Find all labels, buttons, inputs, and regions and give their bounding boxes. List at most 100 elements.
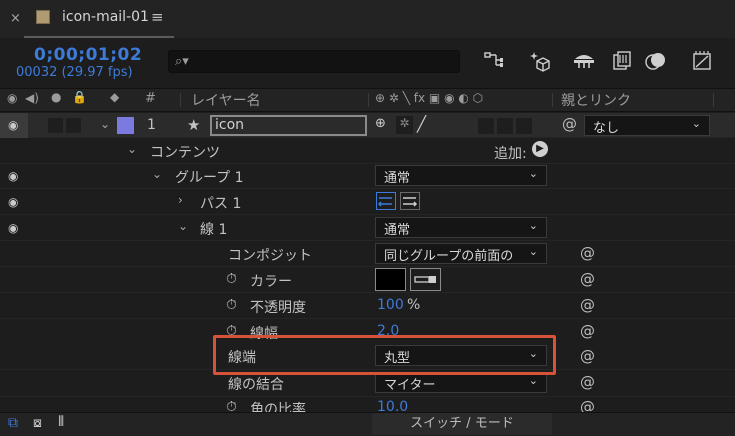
expression-pickwhip-icon[interactable]: @ <box>580 347 595 365</box>
solo-icon[interactable]: ● <box>51 90 61 104</box>
path1-row[interactable] <box>0 190 735 215</box>
line-join-value: マイター <box>384 378 436 393</box>
expression-pickwhip-icon[interactable]: @ <box>580 322 595 340</box>
header-separator <box>180 93 181 107</box>
switches-modes-toggle[interactable]: スイッチ / モード <box>372 413 552 435</box>
layer-switches-pane-icon[interactable]: ⧉ <box>8 415 18 431</box>
stroke-color-swatch[interactable] <box>375 268 406 291</box>
color-row[interactable] <box>0 268 735 293</box>
in-out-pane-icon[interactable]: ⦀ <box>58 414 64 430</box>
group1-row[interactable] <box>0 164 735 189</box>
header-separator <box>552 93 553 107</box>
contents-row[interactable] <box>0 139 735 164</box>
contents-label: コンテンツ <box>150 145 220 161</box>
expression-pickwhip-icon[interactable]: @ <box>580 244 595 262</box>
draft-3d-icon[interactable] <box>528 50 552 72</box>
expression-pickwhip-icon[interactable]: @ <box>580 296 595 314</box>
switch-cell[interactable] <box>478 118 494 134</box>
path1-label: パス 1 <box>200 196 242 212</box>
visibility-eye-icon[interactable]: ◉ <box>8 222 24 234</box>
frame-count-display: 00032 (29.97 fps) <box>16 65 133 80</box>
transfer-controls-pane-icon[interactable]: ⧇ <box>33 415 42 431</box>
switch-cell[interactable] <box>516 118 532 134</box>
layer-name-header[interactable]: レイヤー名 <box>191 90 261 110</box>
stopwatch-icon[interactable]: ⏱ <box>226 297 237 313</box>
layer-number-header[interactable]: # <box>145 91 156 106</box>
shy-switch-icon[interactable]: ⊕ <box>375 116 386 131</box>
current-time-display[interactable]: 0;00;01;02 <box>34 45 142 65</box>
expression-pickwhip-icon[interactable]: @ <box>580 398 595 412</box>
add-play-icon[interactable]: ▶ <box>532 141 548 157</box>
expand-chevron-icon[interactable]: ⌄ <box>127 142 137 156</box>
expand-chevron-icon[interactable]: ⌄ <box>152 167 162 181</box>
motion-blur-icon[interactable] <box>644 50 668 72</box>
switch-cell[interactable] <box>497 118 513 134</box>
line-join-label: 線の結合 <box>228 377 284 393</box>
parent-value: なし <box>593 121 620 136</box>
search-input[interactable] <box>197 53 455 71</box>
miter-value[interactable]: 10.0 <box>377 399 408 412</box>
lock-toggle[interactable] <box>66 118 81 133</box>
add-label: 追加: <box>494 146 527 162</box>
close-tab-icon[interactable]: × <box>10 11 21 26</box>
miter-row-clip: ⏱ 角の比率 10.0 @ <box>0 397 735 412</box>
shape-layer-star-icon: ★ <box>187 116 201 134</box>
layer-expand-chevron-icon[interactable]: ⌄ <box>100 117 110 131</box>
line-join-dropdown[interactable]: マイター ⌄ <box>375 372 547 393</box>
opacity-row[interactable] <box>0 294 735 319</box>
visibility-eye-icon[interactable]: ◉ <box>8 170 24 182</box>
graph-editor-icon[interactable] <box>690 50 714 72</box>
composite-value: 同じグループの前面の <box>384 249 514 264</box>
opacity-value[interactable]: 100 <box>377 297 404 313</box>
pickwhip-icon[interactable]: @ <box>562 115 577 133</box>
label-tag-icon[interactable]: ◆ <box>110 90 119 104</box>
layer-name-text: icon <box>215 117 245 133</box>
chevron-down-icon: ⌄ <box>691 117 701 130</box>
stopwatch-icon[interactable]: ⏱ <box>226 271 237 287</box>
eye-cell[interactable]: ◉ <box>0 164 28 189</box>
blend-mode-value: 通常 <box>384 223 411 238</box>
comp-flowchart-icon[interactable] <box>482 50 506 72</box>
quality-switch-icon[interactable]: ✲ <box>396 116 413 134</box>
path-direction-icon[interactable] <box>376 192 396 210</box>
stroke1-row[interactable] <box>0 216 735 241</box>
frame-blending-icon[interactable] <box>610 50 634 72</box>
group1-blend-dropdown[interactable]: 通常 ⌄ <box>375 165 547 186</box>
layer-name-field[interactable]: icon <box>210 115 367 136</box>
shy-layers-icon[interactable] <box>572 50 596 72</box>
expression-pickwhip-icon[interactable]: @ <box>580 373 595 391</box>
collapse-chevron-icon[interactable]: › <box>178 193 183 207</box>
layer-label-color[interactable] <box>117 117 134 134</box>
stroke1-blend-dropdown[interactable]: 通常 ⌄ <box>375 217 547 238</box>
parent-dropdown[interactable]: なし ⌄ <box>584 115 710 136</box>
solo-toggle[interactable] <box>48 118 63 133</box>
comp-tab-title[interactable]: icon-mail-01 <box>62 9 149 25</box>
visibility-eye-icon[interactable]: ◉ <box>8 119 24 131</box>
opacity-unit: % <box>407 297 421 313</box>
quality-slash-icon[interactable]: ╱ <box>417 115 426 133</box>
lock-icon[interactable]: 🔒 <box>72 90 87 104</box>
parent-link-header[interactable]: 親とリンク <box>561 90 631 110</box>
eyedropper-icon[interactable] <box>410 268 441 291</box>
eye-cell[interactable]: ◉ <box>0 190 28 215</box>
search-box[interactable]: ⌕▾ <box>168 50 460 73</box>
panel-menu-icon[interactable]: ≡ <box>151 8 164 26</box>
eye-cell[interactable]: ◉ <box>0 216 28 241</box>
chevron-down-icon: ⌄ <box>528 219 538 232</box>
eye-cell[interactable]: ◉ <box>0 113 28 138</box>
chevron-down-icon: ⌄ <box>528 167 538 180</box>
composite-row[interactable] <box>0 242 735 267</box>
bottom-bar <box>0 412 735 436</box>
line-join-row[interactable] <box>0 372 735 397</box>
composite-dropdown[interactable]: 同じグループの前面の ⌄ <box>375 243 547 264</box>
switches-header[interactable]: ⊕ ✲ ╲ fx ▣ ◉ ◐ ⬡ <box>375 91 483 105</box>
header-separator <box>368 93 369 107</box>
visibility-eye-icon[interactable]: ◉ <box>8 196 24 208</box>
expression-pickwhip-icon[interactable]: @ <box>580 270 595 288</box>
expand-chevron-icon[interactable]: ⌄ <box>178 219 188 233</box>
path-direction-reverse-icon[interactable] <box>400 192 420 210</box>
comp-color-swatch <box>36 10 50 24</box>
stopwatch-icon[interactable]: ⏱ <box>226 399 237 412</box>
av-features-eye-icon[interactable]: ◉ <box>7 91 17 105</box>
audio-icon[interactable]: ◀) <box>25 91 39 105</box>
